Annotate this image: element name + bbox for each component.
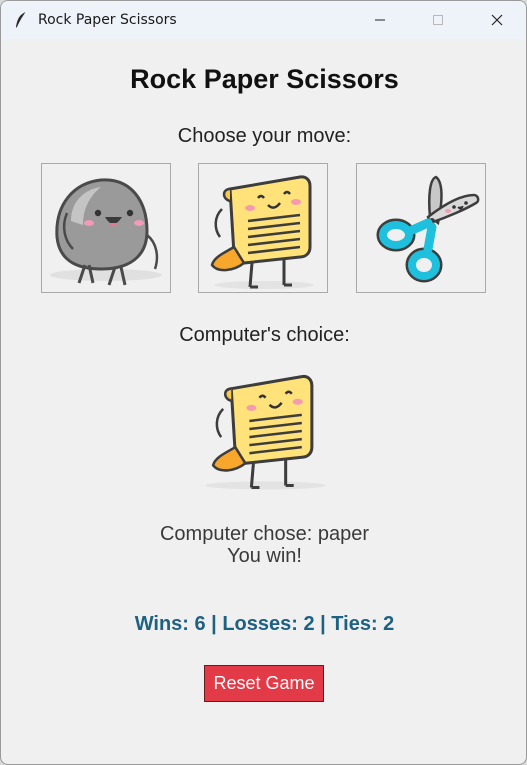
rock-character-icon [50,178,162,286]
computer-choice-image [201,363,328,493]
app-window: Rock Paper Scissors Rock Paper Scissors … [0,0,527,765]
close-icon [491,14,503,26]
outcome-text: You win! [227,545,302,567]
computer-chose-text: Computer chose: paper [159,523,369,545]
window-title: Rock Paper Scissors [38,12,177,28]
title-bar[interactable]: Rock Paper Scissors [1,1,526,39]
rock-button[interactable] [41,163,171,293]
computer-choice-label: Computer's choice: [179,324,350,346]
minimize-button[interactable] [357,1,403,39]
paper-button[interactable] [198,163,328,293]
scissors-character-icon [376,175,480,283]
feather-icon [14,11,28,29]
reset-game-button[interactable]: Reset Game [204,665,324,702]
close-button[interactable] [474,1,520,39]
maximize-icon [433,15,443,25]
choose-move-label: Choose your move: [177,125,352,147]
minimize-icon [375,19,385,21]
paper-character-icon [205,374,326,490]
paper-character-icon [210,175,314,289]
scissors-button[interactable] [356,163,486,293]
score-text: Wins: 6 | Losses: 2 | Ties: 2 [134,613,395,635]
maximize-button[interactable] [415,1,461,39]
game-heading: Rock Paper Scissors [130,64,399,94]
